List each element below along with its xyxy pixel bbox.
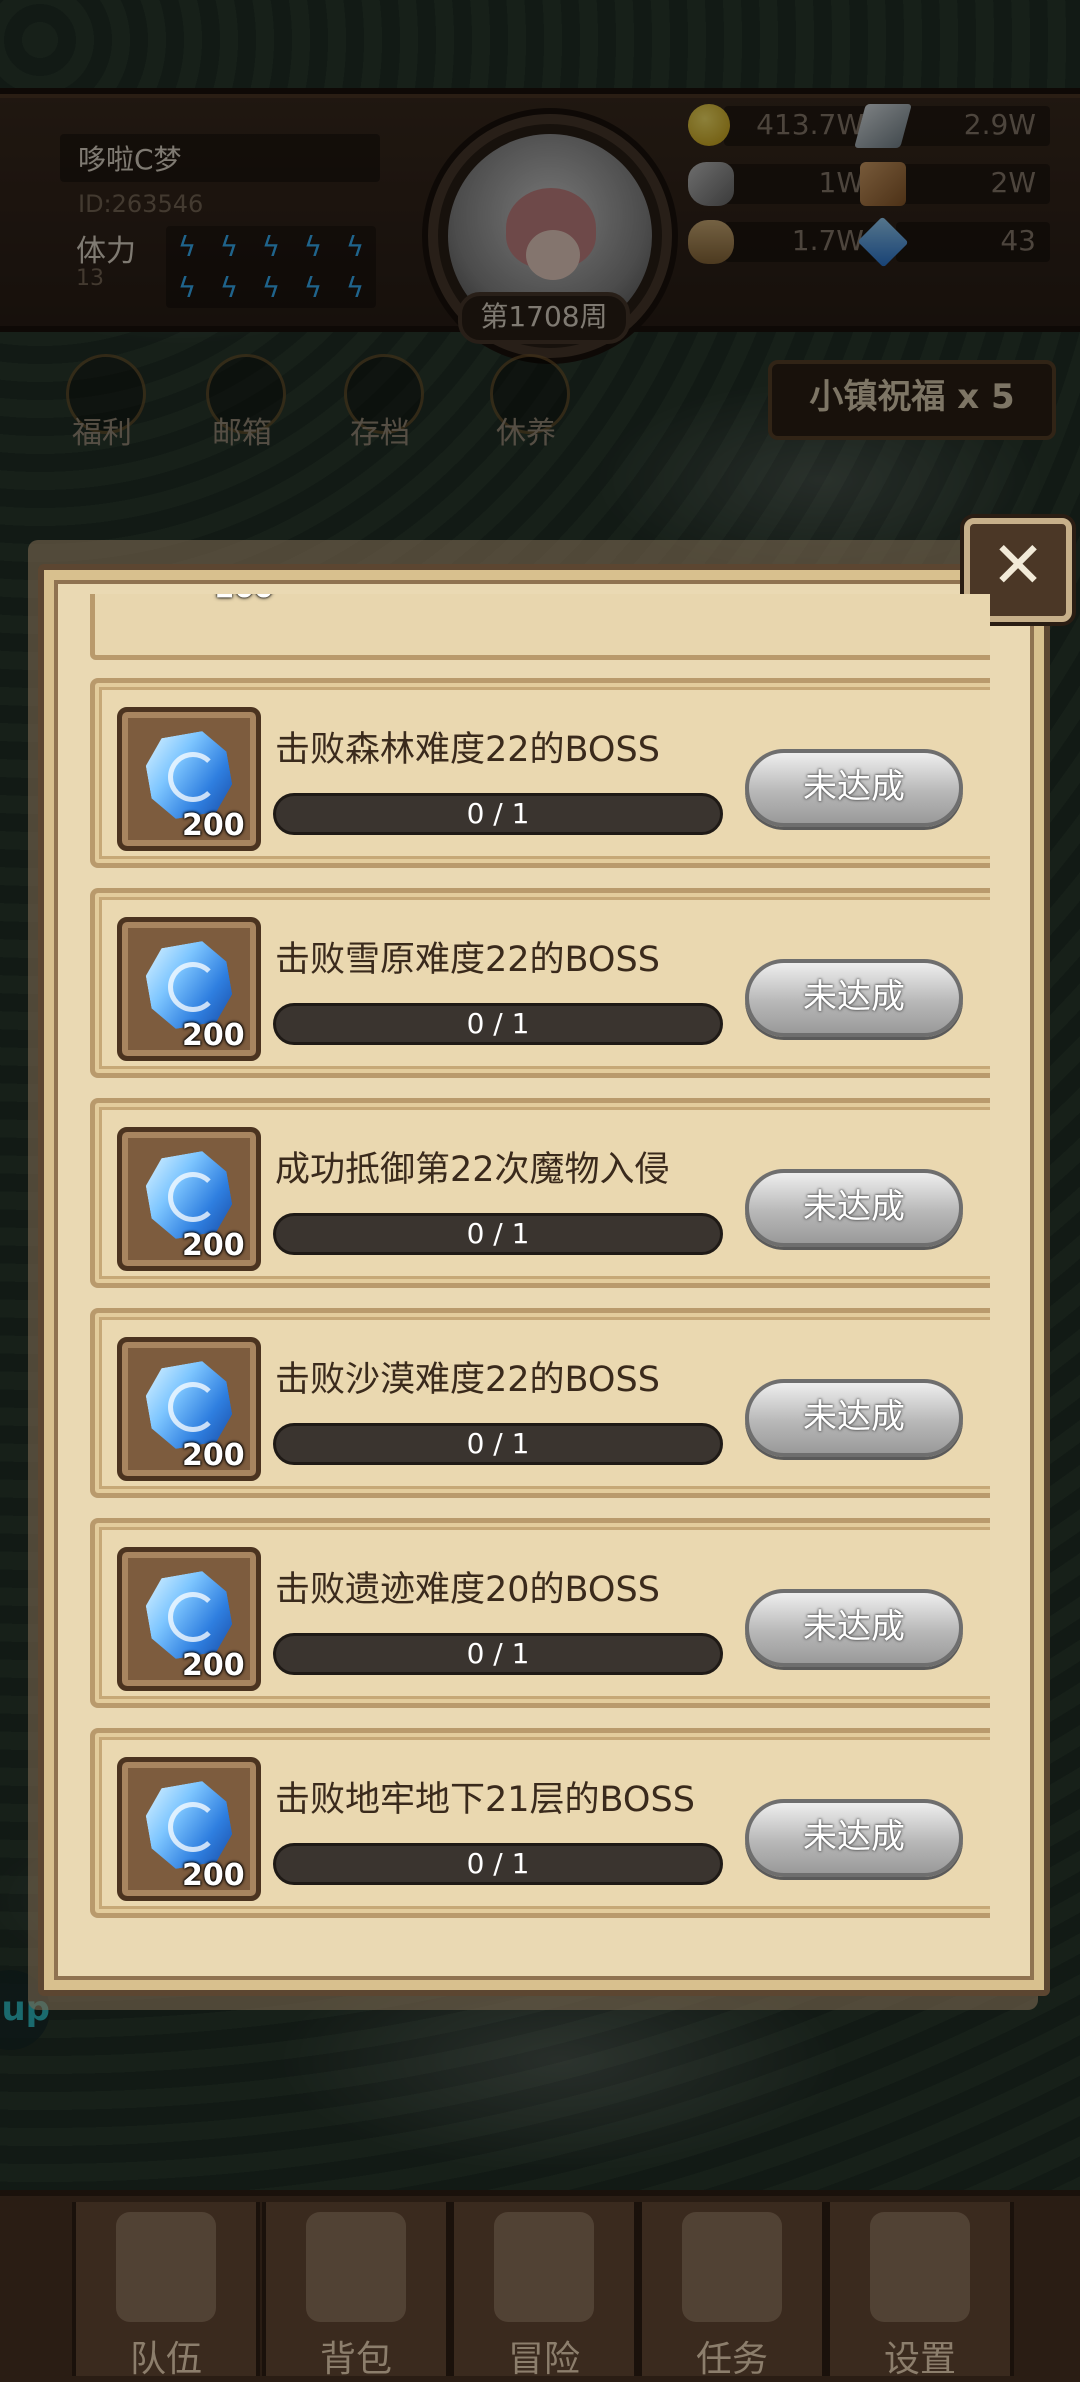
reward-slot[interactable]: 200 [117, 1127, 261, 1271]
status-button[interactable]: 未达成 [745, 1379, 963, 1457]
list-item: 200 击败雪原难度22的BOSS 0 / 1 未达成 [90, 888, 990, 1078]
reward-slot[interactable]: 200 [117, 1337, 261, 1481]
gear-icon [870, 2212, 970, 2322]
list-item: 200 成功抵御第22次魔物入侵 0 / 1 未达成 [90, 1098, 990, 1288]
tab-backpack[interactable]: 背包 [262, 2202, 450, 2380]
progress-bar: 0 / 1 [273, 793, 723, 835]
progress-bar: 0 / 1 [273, 1003, 723, 1045]
list-item: 200 击败地牢地下21层的BOSS 0 / 1 未达成 [90, 1728, 990, 1918]
progress-bar: 0 / 1 [273, 1843, 723, 1885]
backpack-icon [306, 2212, 406, 2322]
list-item: 200 击败森林难度22的BOSS 0 / 1 未达成 [90, 678, 990, 868]
progress-bar: 0 / 1 [273, 1213, 723, 1255]
close-icon: ✕ [991, 529, 1045, 603]
tab-settings[interactable]: 设置 [826, 2202, 1014, 2380]
reward-slot[interactable]: 200 [117, 1547, 261, 1691]
tab-adventure[interactable]: 冒险 [450, 2202, 638, 2380]
reward-slot[interactable]: 200 [117, 917, 261, 1061]
status-button[interactable]: 未达成 [745, 1799, 963, 1877]
list-item: 200 击败遗迹难度20的BOSS 0 / 1 未达成 [90, 1518, 990, 1708]
quest-scroll-icon [682, 2212, 782, 2322]
crossed-swords-icon [494, 2212, 594, 2322]
progress-bar: 0 / 1 [273, 1633, 723, 1675]
task-title: 击败森林难度22的BOSS [275, 730, 660, 770]
task-title: 击败遗迹难度20的BOSS [275, 1570, 660, 1610]
status-button[interactable]: 未达成 [745, 1589, 963, 1667]
reward-slot[interactable]: 200 [117, 1757, 261, 1901]
progress-bar: 0 / 1 [273, 1423, 723, 1465]
status-button[interactable]: 未达成 [745, 1169, 963, 1247]
task-title: 击败沙漠难度22的BOSS [275, 1360, 660, 1400]
status-button[interactable]: 未达成 [745, 749, 963, 827]
list-item: 200 击败沙漠难度22的BOSS 0 / 1 未达成 [90, 1308, 990, 1498]
task-title: 击败地牢地下21层的BOSS [275, 1780, 695, 1820]
bottom-nav: 队伍 背包 冒险 任务 设置 [0, 2190, 1080, 2382]
task-title: 成功抵御第22次魔物入侵 [275, 1150, 670, 1190]
reward-slot[interactable]: 200 [117, 707, 261, 851]
status-button[interactable]: 未达成 [745, 959, 963, 1037]
helmet-icon [116, 2212, 216, 2322]
tab-team[interactable]: 队伍 [72, 2202, 260, 2380]
tab-tasks[interactable]: 任务 [638, 2202, 826, 2380]
task-title: 击败雪原难度22的BOSS [275, 940, 660, 980]
task-list[interactable]: 200 200 击败森林难度22的BOSS 0 / 1 未达成 200 击败雪原… [60, 594, 990, 1964]
list-item-partial: 200 [90, 594, 990, 660]
